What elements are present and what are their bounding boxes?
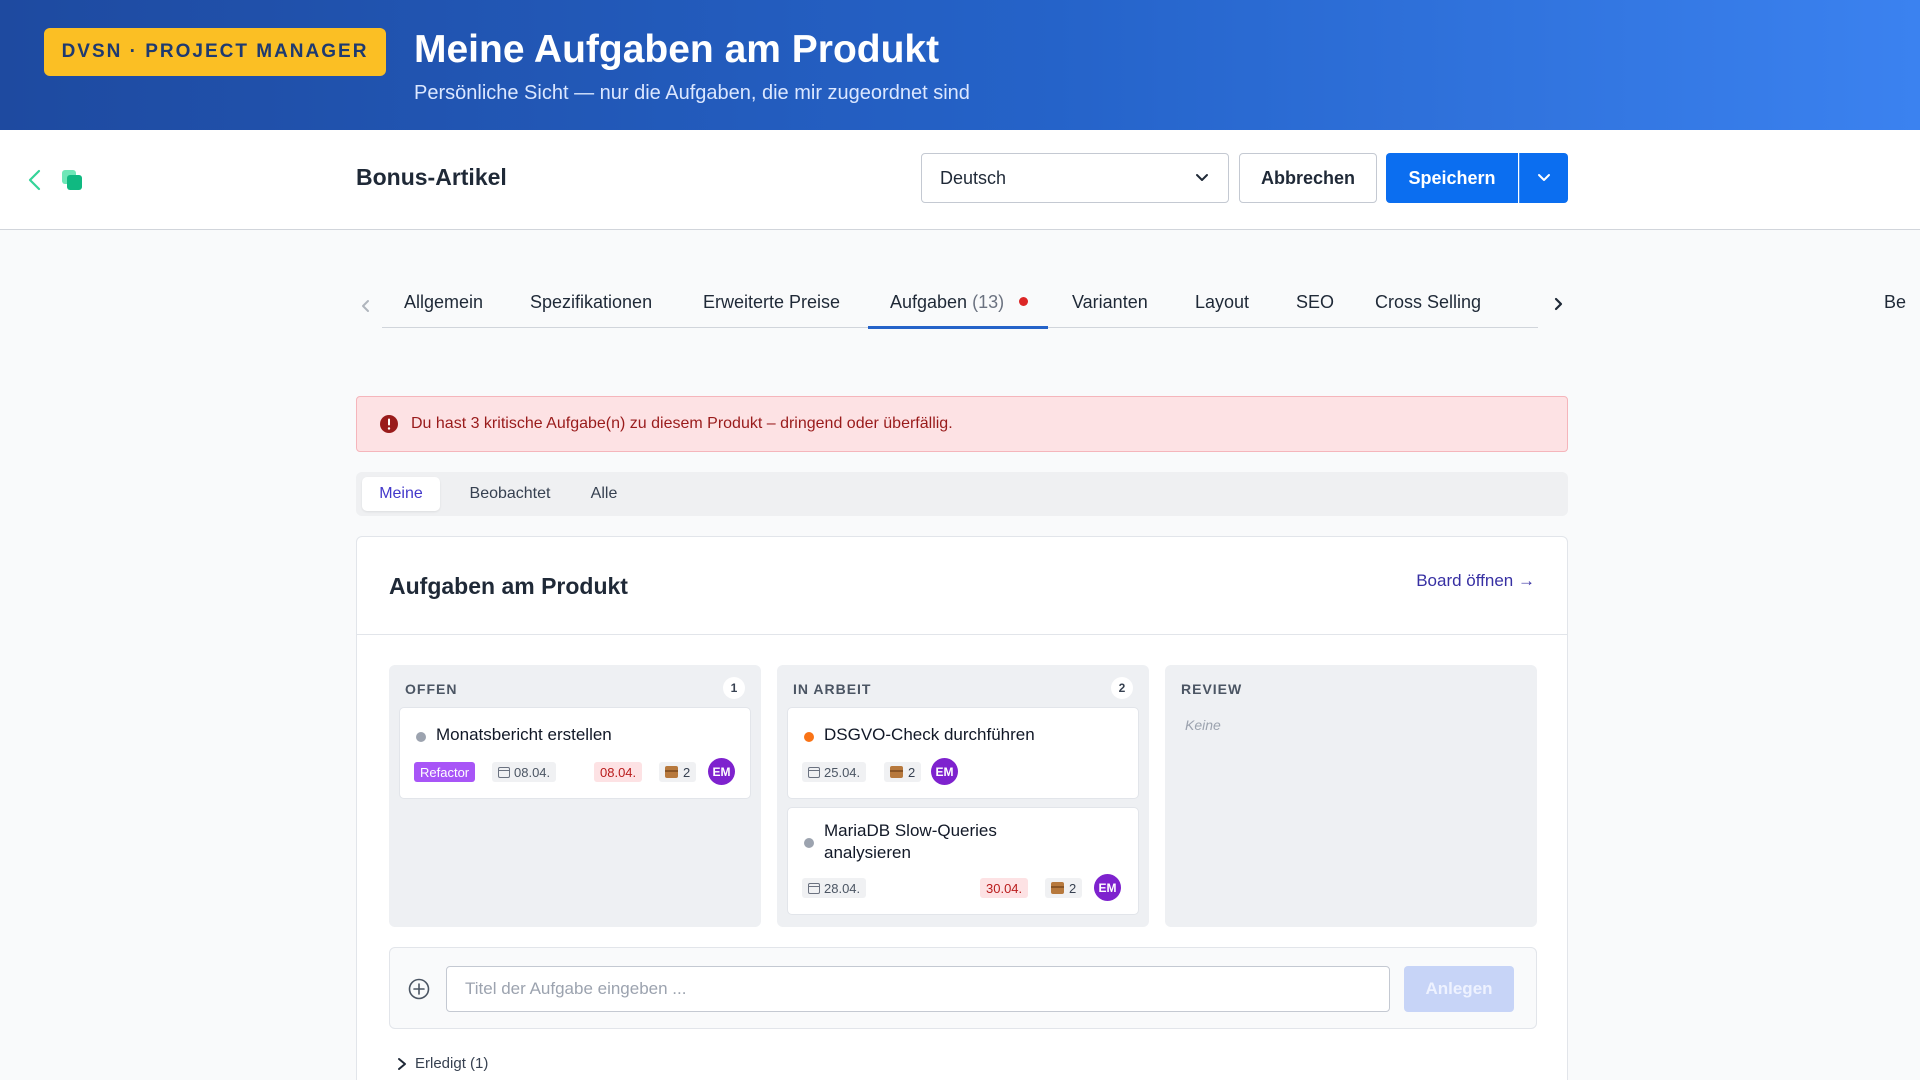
task-product-count-value: 2 (683, 764, 691, 780)
tab-varianten[interactable]: Varianten (1072, 292, 1148, 313)
status-dot (804, 732, 814, 742)
chevron-down-icon (1538, 174, 1550, 181)
task-filter-tabs: Meine Beobachtet Alle (356, 472, 1568, 516)
task-date: 08.04. (492, 762, 557, 782)
task-title: DSGVO-Check durchführen (824, 725, 1035, 744)
task-due-date: 30.04. (980, 878, 1029, 898)
task-product-count: 2 (659, 762, 697, 782)
filter-beobachtet[interactable]: Beobachtet (454, 477, 566, 511)
task-date-value: 25.04. (824, 764, 861, 780)
calendar-icon (808, 766, 820, 778)
app-badge: DVSN · PROJECT MANAGER (44, 28, 386, 76)
calendar-icon (808, 882, 820, 894)
detail-topbar: Bonus-Artikel Deutsch Abbrechen Speicher… (0, 130, 1920, 230)
save-button[interactable]: Speichern (1386, 153, 1518, 203)
create-task-button[interactable]: Anlegen (1404, 966, 1514, 1012)
new-task-title-input[interactable] (446, 966, 1390, 1012)
task-tag: Refactor (414, 762, 476, 782)
tab-layout[interactable]: Layout (1195, 292, 1249, 313)
task-card[interactable]: Monatsbericht erstellen Refactor 08.04. … (399, 707, 751, 799)
chevron-down-icon (1196, 174, 1208, 181)
tab-overflow-clip: Be (1884, 280, 1908, 326)
tab-spezifikationen[interactable]: Spezifikationen (530, 292, 652, 313)
tab-aufgaben-count: (13) (972, 292, 1005, 312)
alert-text: Du hast 3 kritische Aufgabe(n) zu diesem… (411, 415, 953, 432)
tabs-scroll-left-icon[interactable] (356, 296, 376, 316)
cancel-button[interactable]: Abbrechen (1239, 153, 1377, 203)
back-chevron-icon[interactable] (24, 166, 46, 194)
save-options-button[interactable] (1519, 153, 1568, 203)
column-empty-text: Keine (1185, 717, 1221, 733)
tab-cross-selling[interactable]: Cross Selling (1375, 292, 1481, 313)
task-title: MariaDB Slow-Queries analysieren (824, 821, 997, 862)
add-circle-icon[interactable] (408, 978, 430, 1000)
tab-partial[interactable]: Be (1884, 292, 1906, 313)
tabs-scroll-right-icon[interactable] (1548, 294, 1568, 314)
task-title: Monatsbericht erstellen (436, 725, 612, 744)
assignee-avatar: EM (931, 758, 958, 785)
active-tab-indicator (868, 326, 1048, 329)
column-title: IN ARBEIT (793, 681, 872, 697)
open-board-link[interactable]: Board öffnen → (1416, 571, 1535, 591)
status-dot (804, 838, 814, 848)
completed-tasks-label: Erledigt (1) (415, 1055, 489, 1072)
task-date-value: 28.04. (824, 880, 861, 896)
column-review: REVIEW Keine (1165, 665, 1537, 927)
task-date-value: 08.04. (514, 764, 551, 780)
assignee-avatar: EM (708, 758, 735, 785)
task-card[interactable]: MariaDB Slow-Queries analysieren 28.04. … (787, 807, 1139, 915)
package-icon (890, 766, 903, 778)
alert-circle-icon (380, 415, 398, 433)
tab-erweiterte-preise[interactable]: Erweiterte Preise (703, 292, 840, 313)
banner-subtitle: Persönliche Sicht — nur die Aufgaben, di… (414, 82, 970, 104)
copy-icon[interactable] (60, 168, 84, 192)
package-icon (1051, 882, 1064, 894)
calendar-icon (498, 766, 510, 778)
language-select-value: Deutsch (940, 167, 1007, 188)
tab-aufgaben[interactable]: Aufgaben (13) (890, 292, 1029, 313)
task-due-date: 08.04. (594, 762, 643, 782)
filter-alle[interactable]: Alle (576, 477, 632, 511)
tab-seo[interactable]: SEO (1296, 292, 1334, 313)
column-in-arbeit: IN ARBEIT 2 DSGVO-Check durchführen 25.0… (777, 665, 1149, 927)
column-count: 1 (723, 677, 745, 699)
new-task-row: Anlegen (389, 947, 1537, 1029)
filter-meine[interactable]: Meine (362, 477, 440, 511)
column-title: OFFEN (405, 681, 458, 697)
column-offen: OFFEN 1 Monatsbericht erstellen Refactor… (389, 665, 761, 927)
card-header: Aufgaben am Produkt Board öffnen → (357, 537, 1567, 635)
product-title: Bonus-Artikel (356, 164, 507, 190)
app-banner: DVSN · PROJECT MANAGER Meine Aufgaben am… (0, 0, 1920, 130)
tab-allgemein[interactable]: Allgemein (404, 292, 483, 313)
banner-title: Meine Aufgaben am Produkt (414, 28, 940, 71)
status-dot (416, 732, 426, 742)
task-card[interactable]: DSGVO-Check durchführen 25.04. 2 EM (787, 707, 1139, 799)
task-date: 25.04. (802, 762, 867, 782)
product-tabs: Allgemein Spezifikationen Erweiterte Pre… (356, 280, 1906, 329)
tasks-card: Aufgaben am Produkt Board öffnen → OFFEN… (356, 536, 1568, 1080)
task-date: 28.04. (802, 878, 867, 898)
column-count: 2 (1111, 677, 1133, 699)
assignee-avatar: EM (1094, 874, 1121, 901)
package-icon (665, 766, 678, 778)
column-title: REVIEW (1181, 681, 1243, 697)
notification-dot (1019, 297, 1029, 306)
task-product-count-value: 2 (908, 764, 916, 780)
completed-tasks-toggle[interactable]: Erledigt (1) (397, 1055, 488, 1072)
chevron-right-icon (398, 1057, 406, 1070)
tab-aufgaben-label: Aufgaben (890, 292, 968, 312)
task-product-count-value: 2 (1069, 880, 1077, 896)
card-title: Aufgaben am Produkt (389, 573, 628, 599)
language-select[interactable]: Deutsch (921, 153, 1229, 203)
critical-tasks-alert: Du hast 3 kritische Aufgabe(n) zu diesem… (356, 396, 1568, 452)
task-product-count: 2 (884, 762, 922, 782)
task-product-count: 2 (1045, 878, 1083, 898)
